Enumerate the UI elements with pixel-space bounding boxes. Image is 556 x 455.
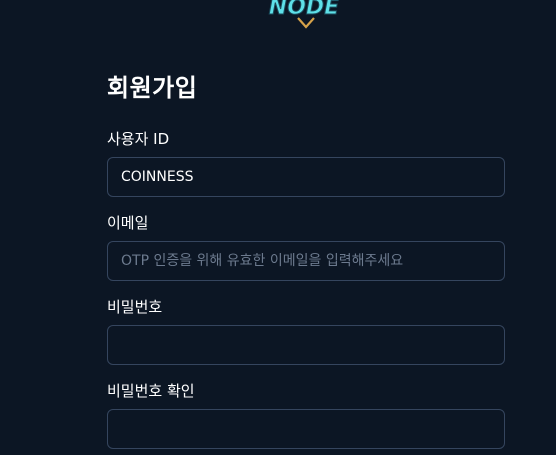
- password-label: 비밀번호: [107, 298, 163, 316]
- page-title: 회원가입: [107, 74, 198, 102]
- password-confirm-label: 비밀번호 확인: [107, 382, 195, 400]
- user-id-label: 사용자 ID: [107, 130, 170, 148]
- logo-text: NODE: [269, 0, 339, 20]
- email-input[interactable]: [107, 241, 505, 281]
- password-confirm-input[interactable]: [107, 409, 505, 449]
- password-input[interactable]: [107, 325, 505, 365]
- node-logo: NODE: [268, 0, 340, 29]
- user-id-input[interactable]: [107, 157, 505, 197]
- email-label: 이메일: [107, 214, 149, 232]
